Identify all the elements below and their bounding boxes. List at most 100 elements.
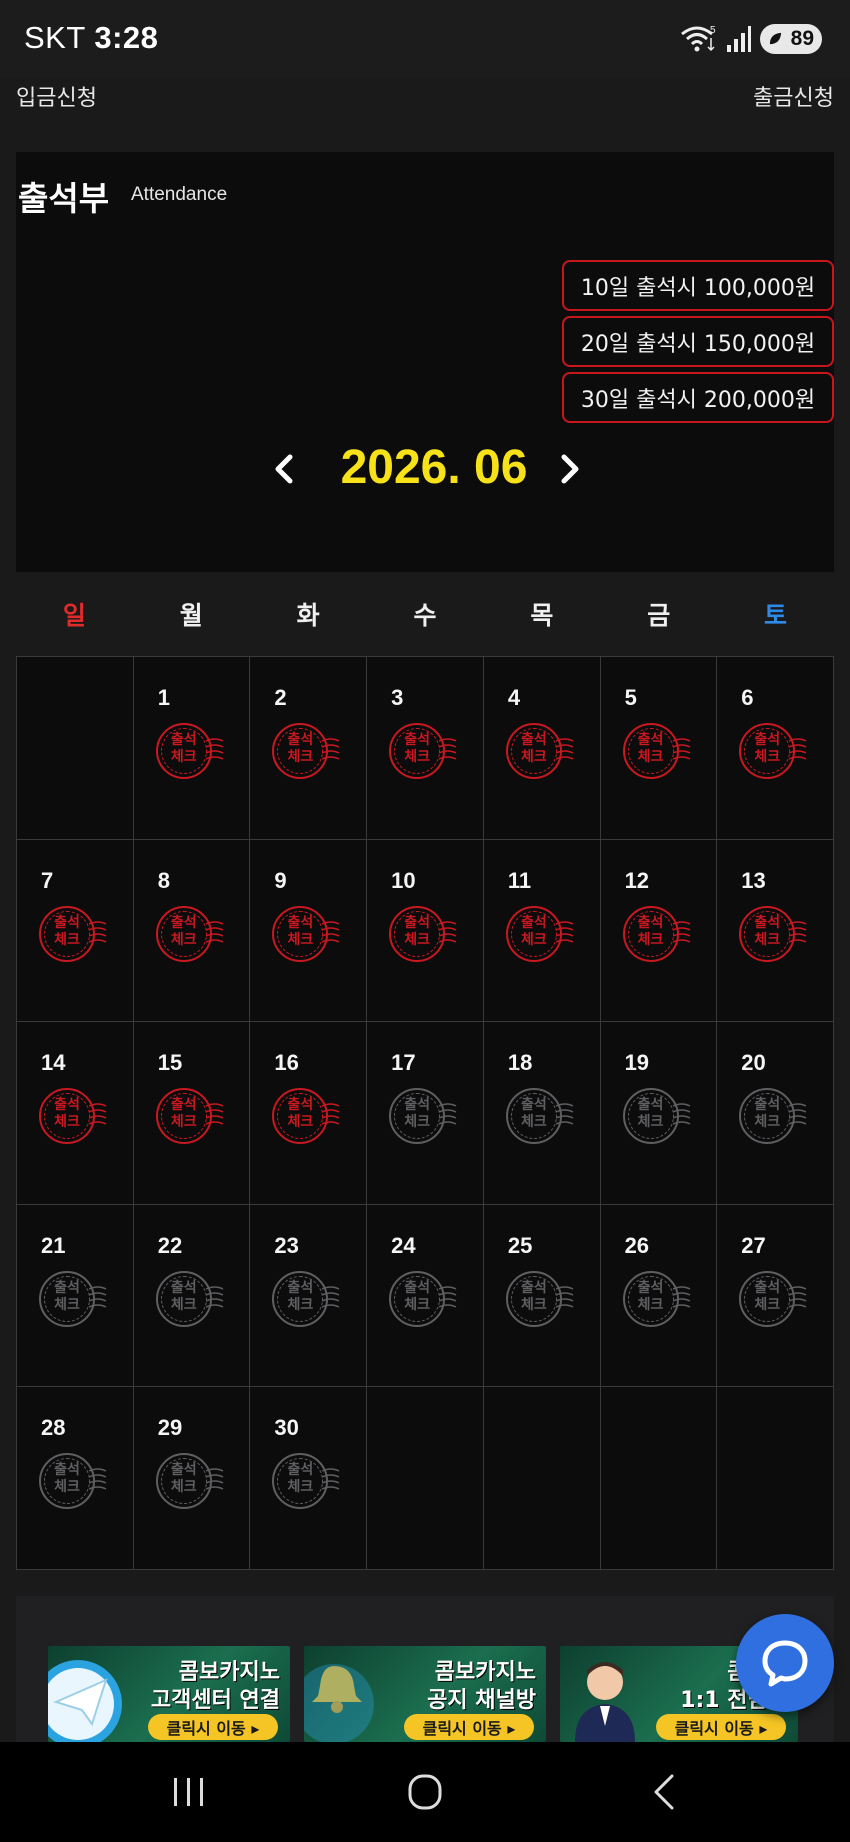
calendar-day-cell[interactable]: 8 출석 체크: [133, 839, 251, 1023]
banner-click-button[interactable]: 클릭시 이동 ▸: [148, 1714, 278, 1740]
stamp-line2: 체크: [754, 1114, 781, 1131]
calendar-day-cell[interactable]: 18 출석 체크: [483, 1022, 601, 1205]
back-icon[interactable]: [640, 1772, 690, 1812]
telegram-icon: [48, 1660, 122, 1742]
attendance-stamp-unchecked-icon: 출석 체크: [155, 1269, 224, 1329]
reward-20-days: 20일 출석시 150,000원: [562, 316, 834, 367]
stamp-line2: 체크: [637, 931, 664, 948]
weekday-sunday: 일: [62, 601, 86, 630]
day-number: 29: [157, 1415, 183, 1441]
stamp-line2: 체크: [170, 1114, 197, 1131]
stamp-line1: 출석: [170, 1462, 197, 1479]
calendar-day-cell[interactable]: 7 출석 체크: [17, 839, 134, 1023]
day-number: 11: [507, 867, 532, 893]
attendance-subtitle: Attendance: [131, 184, 228, 205]
calendar-day-cell[interactable]: 10 출석 체크: [367, 839, 484, 1023]
calendar-empty-cell: [600, 1387, 718, 1570]
notice-channel-banner[interactable]: 콤보카지노 공지 채널방 클릭시 이동 ▸: [304, 1646, 546, 1742]
stamp-line1: 출석: [287, 1279, 314, 1296]
day-number: 8: [157, 867, 170, 893]
calendar-day-cell[interactable]: 11 출석 체크: [483, 839, 601, 1023]
calendar-day-cell[interactable]: 4 출석 체크: [483, 657, 601, 840]
attendance-stamp-unchecked-icon: 출석 체크: [389, 1269, 457, 1329]
day-number: 10: [391, 867, 416, 893]
calendar-day-cell[interactable]: 17 출석 체크: [367, 1022, 484, 1205]
stamp-line2: 체크: [54, 931, 80, 948]
day-number: 4: [507, 685, 521, 710]
calendar-day-cell[interactable]: 12 출석 체크: [600, 839, 718, 1023]
weekday-friday: 금: [647, 601, 671, 630]
calendar-day-cell[interactable]: 29 출석 체크: [133, 1387, 251, 1570]
current-month: 2026. 06: [340, 441, 528, 494]
month-navigation: 2026. 06: [16, 440, 834, 500]
day-number: 5: [624, 685, 637, 710]
stamp-line1: 출석: [404, 1097, 431, 1114]
calendar-day-cell[interactable]: 15 출석 체크: [133, 1022, 251, 1205]
calendar-day-cell[interactable]: 19 출석 체크: [600, 1022, 718, 1205]
calendar-day-cell[interactable]: 22 출석 체크: [133, 1204, 251, 1388]
calendar-day-cell[interactable]: 27 출석 체크: [717, 1204, 834, 1388]
calendar-day-cell[interactable]: 26 출석 체크: [600, 1204, 718, 1388]
calendar-day-cell[interactable]: 2 출석 체크: [250, 657, 368, 840]
day-number: 17: [391, 1050, 416, 1076]
calendar-day-cell[interactable]: 25 출석 체크: [483, 1204, 601, 1388]
deposit-request-link[interactable]: 입금신청: [16, 80, 97, 112]
stamp-line1: 출석: [520, 914, 547, 931]
home-icon[interactable]: [400, 1772, 450, 1812]
attendance-stamp-checked-icon: 출석 체크: [272, 721, 340, 781]
live-chat-button[interactable]: [736, 1614, 834, 1712]
calendar-day-cell[interactable]: 21 출석 체크: [17, 1204, 134, 1388]
day-number: 1: [157, 685, 170, 710]
stamp-line2: 체크: [170, 931, 197, 948]
calendar-day-cell[interactable]: 14 출석 체크: [17, 1022, 134, 1205]
day-number: 23: [274, 1232, 299, 1258]
calendar-day-cell[interactable]: 28 출석 체크: [17, 1387, 134, 1570]
stamp-line1: 출석: [54, 1279, 80, 1296]
attendance-stamp-unchecked-icon: 출석 체크: [389, 1086, 457, 1146]
day-number: 21: [41, 1232, 66, 1258]
chat-bubble-icon: [762, 1640, 808, 1687]
stamp-line2: 체크: [287, 1114, 314, 1131]
stamp-line1: 출석: [170, 1097, 197, 1114]
stamp-line1: 출석: [54, 1462, 80, 1479]
day-number: 24: [391, 1232, 416, 1258]
attendance-stamp-checked-icon: 출석 체크: [505, 721, 574, 781]
calendar-day-cell[interactable]: 6 출석 체크: [717, 657, 834, 840]
day-number: 2: [274, 685, 287, 710]
calendar-day-cell[interactable]: 9 출석 체크: [250, 839, 368, 1023]
calendar-day-cell[interactable]: 5 출석 체크: [600, 657, 718, 840]
weekday-saturday: 토: [764, 601, 788, 630]
status-bar: SKT 3:28 5 89: [0, 0, 850, 78]
recent-apps-icon[interactable]: [164, 1772, 214, 1812]
attendance-stamp-unchecked-icon: 출석 체크: [505, 1269, 574, 1329]
attendance-stamp-unchecked-icon: 출석 체크: [39, 1451, 107, 1511]
day-number: 6: [741, 685, 754, 710]
attendance-stamp-unchecked-icon: 출석 체크: [622, 1269, 690, 1329]
stamp-line2: 체크: [520, 1114, 547, 1131]
customer-center-banner[interactable]: 콤보카지노 고객센터 연결 클릭시 이동 ▸: [48, 1646, 290, 1742]
attendance-stamp-checked-icon: 출석 체크: [39, 904, 107, 964]
calendar-day-cell[interactable]: 1 출석 체크: [133, 657, 251, 840]
calendar-day-cell[interactable]: 20 출석 체크: [717, 1022, 834, 1205]
day-number: 27: [741, 1232, 766, 1258]
attendance-stamp-checked-icon: 출석 체크: [272, 904, 340, 964]
stamp-line1: 출석: [54, 914, 80, 931]
calendar-day-cell[interactable]: 16 출석 체크: [250, 1022, 368, 1205]
attendance-stamp-unchecked-icon: 출석 체크: [505, 1086, 574, 1146]
stamp-line2: 체크: [287, 931, 314, 948]
withdraw-request-link[interactable]: 출금신청: [753, 80, 834, 112]
stamp-line2: 체크: [287, 1296, 314, 1313]
calendar-day-cell[interactable]: 24 출석 체크: [367, 1204, 484, 1388]
banner-click-button[interactable]: 클릭시 이동 ▸: [404, 1714, 534, 1740]
banner-click-button[interactable]: 클릭시 이동 ▸: [656, 1714, 786, 1740]
prev-month-chevron-icon[interactable]: [268, 452, 302, 486]
attendance-stamp-unchecked-icon: 출석 체크: [155, 1451, 224, 1511]
banner-strip: 콤보카지노 고객센터 연결 클릭시 이동 ▸ 콤보카지노 공지 채널방 클릭시 …: [16, 1596, 834, 1742]
next-month-chevron-icon[interactable]: [552, 452, 586, 486]
calendar-day-cell[interactable]: 13 출석 체크: [717, 839, 834, 1023]
weekday-header: 일 월 화 수 목 금 토: [16, 586, 834, 642]
calendar-day-cell[interactable]: 3 출석 체크: [367, 657, 484, 840]
calendar-day-cell[interactable]: 30 출석 체크: [250, 1387, 368, 1570]
stamp-line1: 출석: [637, 1097, 664, 1114]
calendar-day-cell[interactable]: 23 출석 체크: [250, 1204, 368, 1388]
